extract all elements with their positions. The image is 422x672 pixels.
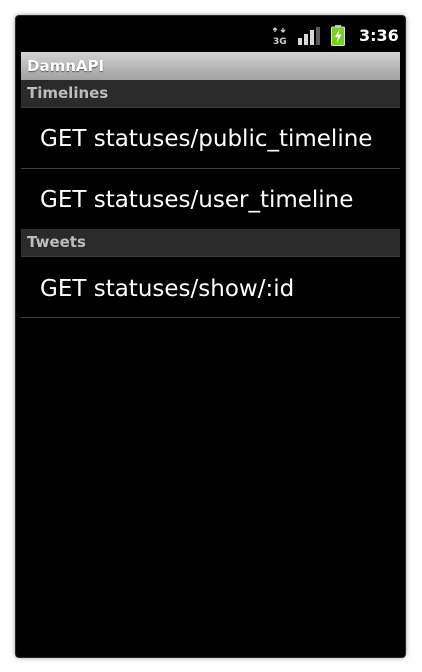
status-bar: 3G 3:36	[21, 18, 400, 52]
list-item-user-timeline[interactable]: GET statuses/user_timeline	[21, 169, 400, 228]
list-item-label: GET statuses/public_timeline	[40, 126, 373, 152]
screen: 3G 3:36 DamnAPI Timelines GET statuses/p…	[21, 18, 400, 654]
section-header-label: Timelines	[27, 84, 109, 102]
list-item-label: GET statuses/user_timeline	[40, 187, 354, 213]
3g-data-icon: 3G	[273, 27, 287, 45]
clock: 3:36	[359, 26, 399, 45]
list-item-label: GET statuses/show/:id	[40, 276, 295, 302]
list-item-show-status[interactable]: GET statuses/show/:id	[21, 258, 400, 317]
list-item-public-timeline[interactable]: GET statuses/public_timeline	[21, 108, 400, 167]
battery-charging-icon	[331, 25, 345, 46]
list-empty-area	[21, 318, 400, 654]
section-header-tweets: Tweets	[21, 229, 400, 257]
section-header-label: Tweets	[27, 233, 86, 251]
signal-strength-icon	[298, 27, 320, 45]
network-type-label: 3G	[273, 37, 287, 45]
app-title: DamnAPI	[27, 57, 105, 75]
title-bar: DamnAPI	[21, 52, 400, 80]
device-frame: 3G 3:36 DamnAPI Timelines GET statuses/p…	[16, 16, 405, 657]
section-header-timelines: Timelines	[21, 80, 400, 108]
